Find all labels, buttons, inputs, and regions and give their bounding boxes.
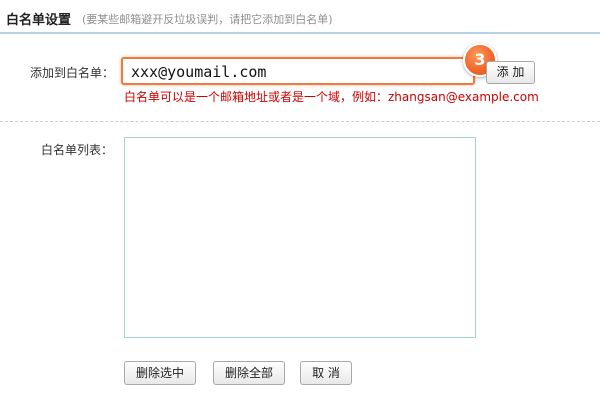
delete-all-button[interactable]: 删除全部 [213, 361, 285, 385]
section-divider [0, 121, 600, 122]
add-button[interactable]: 添 加 [486, 61, 535, 84]
whitelist-listbox[interactable] [124, 137, 476, 338]
add-to-whitelist-label: 添加到白名单： [30, 66, 115, 80]
delete-selected-button[interactable]: 删除选中 [124, 361, 196, 385]
input-hint-text: 白名单可以是一个邮箱地址或者是一个域，例如：zhangsan@example.c… [124, 90, 539, 104]
whitelist-list-label: 白名单列表： [41, 143, 114, 157]
page-title: 白名单设置 [6, 13, 72, 28]
whitelist-email-input[interactable] [121, 57, 475, 85]
page-subtitle: (要某些邮箱避开反垃圾误判，请把它添加到白名单) [82, 13, 333, 26]
cancel-button[interactable]: 取 消 [300, 361, 352, 385]
page-header: 白名单设置 (要某些邮箱避开反垃圾误判，请把它添加到白名单) [0, 0, 600, 34]
